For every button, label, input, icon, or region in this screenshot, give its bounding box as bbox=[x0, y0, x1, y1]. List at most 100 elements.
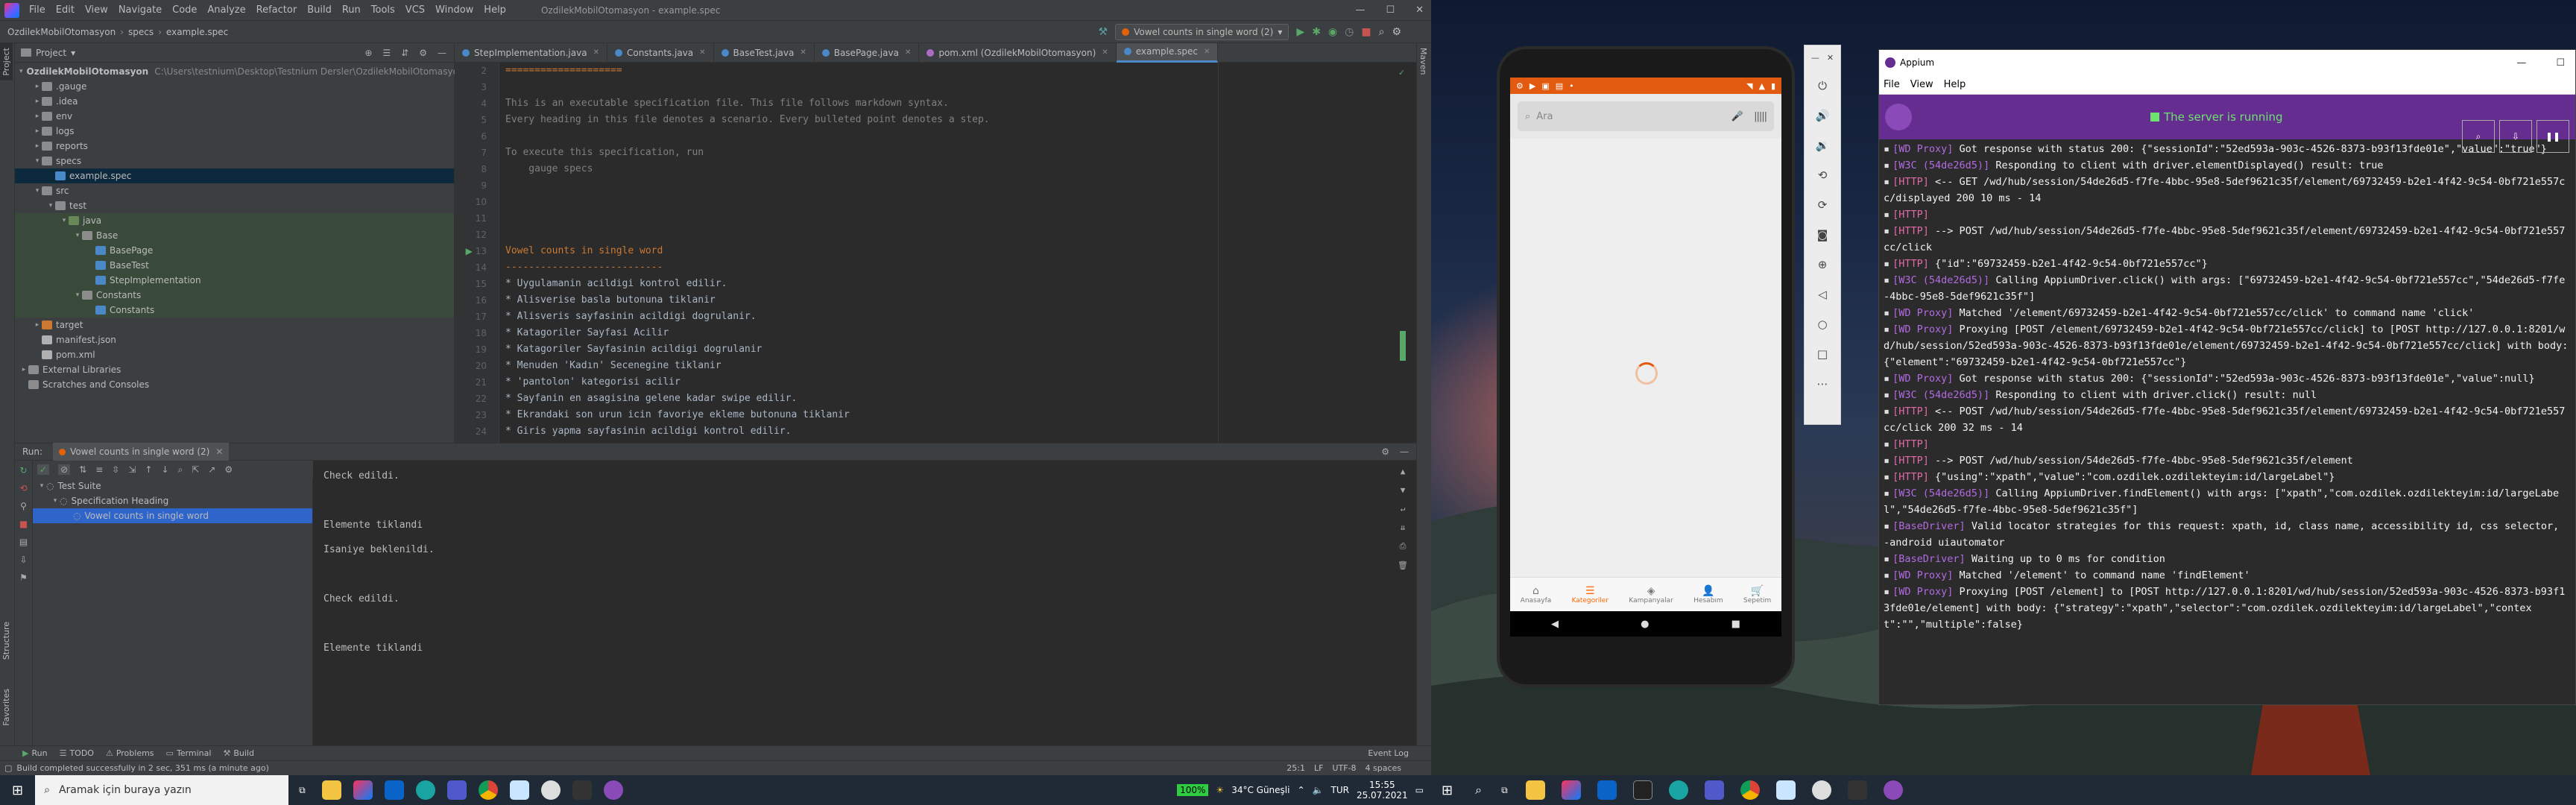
charts-icon[interactable] bbox=[572, 780, 592, 800]
editor-tab[interactable]: Constants.java ✕ bbox=[607, 42, 714, 63]
notes-icon[interactable] bbox=[1775, 780, 1796, 800]
mic-icon[interactable]: 🎤 bbox=[1731, 111, 1743, 122]
expand-icon[interactable]: ⇳ bbox=[112, 464, 119, 475]
tree-item[interactable]: pom.xml bbox=[15, 347, 454, 362]
server-log[interactable]: ▪ [WD Proxy] Got response with status 200… bbox=[1879, 139, 2575, 706]
home-icon[interactable]: ○ bbox=[1817, 318, 1827, 331]
expand-arrow-icon[interactable]: ▾ bbox=[33, 157, 42, 165]
pause-icon[interactable]: ❚❚ bbox=[2536, 120, 2569, 153]
tree-item[interactable]: ▾ specs bbox=[15, 154, 454, 168]
tree-item[interactable]: ▸ env bbox=[15, 109, 454, 124]
test-node[interactable]: ▾ ◌ Test Suite bbox=[33, 479, 312, 493]
github-icon[interactable] bbox=[540, 780, 561, 800]
show-ignored-icon[interactable]: ⊘ bbox=[58, 464, 71, 475]
appium-taskbar-icon[interactable] bbox=[1883, 780, 1903, 800]
console-output[interactable]: Check edildi. Elemente tiklandi Isaniye be… bbox=[313, 461, 1408, 745]
nav-item-hesabım[interactable]: 👤 Hesabım bbox=[1693, 585, 1723, 604]
event-log-tab[interactable]: Event Log bbox=[1368, 748, 1409, 758]
debug-icon[interactable]: ✱ bbox=[1312, 26, 1321, 38]
menu-tools[interactable]: Tools bbox=[366, 4, 400, 16]
history-icon[interactable]: ↗ bbox=[208, 464, 215, 475]
expand-arrow-icon[interactable]: ▸ bbox=[19, 366, 28, 373]
sort-alpha-icon[interactable]: ⇅ bbox=[79, 464, 86, 475]
menu-code[interactable]: Code bbox=[167, 4, 202, 16]
tree-item[interactable]: ▾ test bbox=[15, 198, 454, 213]
nav-item-sepetim[interactable]: 🛒 Sepetim bbox=[1743, 585, 1771, 604]
appium-menu-view[interactable]: View bbox=[1910, 79, 1933, 90]
menu-refactor[interactable]: Refactor bbox=[251, 4, 303, 16]
profile-icon[interactable]: ◷ bbox=[1345, 26, 1354, 38]
hide-icon[interactable]: — bbox=[1400, 446, 1409, 457]
tree-item[interactable]: manifest.json bbox=[15, 332, 454, 347]
ide-logo[interactable] bbox=[4, 2, 19, 18]
recents-icon[interactable]: ■ bbox=[1731, 619, 1740, 630]
menu-edit[interactable]: Edit bbox=[51, 4, 80, 16]
back-icon[interactable]: ◁ bbox=[1818, 288, 1827, 301]
terminal-icon[interactable] bbox=[1632, 780, 1652, 800]
appium-menu-help[interactable]: Help bbox=[1944, 79, 1966, 90]
show-passed-icon[interactable]: ✓ bbox=[37, 464, 50, 475]
next-test-icon[interactable]: ↓ bbox=[161, 464, 168, 475]
edge-icon[interactable] bbox=[1668, 780, 1688, 800]
editor-tab[interactable]: pom.xml (OzdilekMobilOtomasyon) ✕ bbox=[919, 42, 1117, 63]
tree-item[interactable]: StepImplementation bbox=[15, 273, 454, 288]
close-icon[interactable]: ✕ bbox=[1415, 4, 1424, 16]
breadcrumb-item[interactable]: OzdilekMobilOtomasyon bbox=[7, 27, 116, 37]
gear-icon[interactable]: ⚙ bbox=[1381, 446, 1389, 457]
expand-arrow-icon[interactable]: ▾ bbox=[73, 232, 82, 239]
maximize-icon[interactable]: ☐ bbox=[2556, 57, 2565, 69]
search-icon[interactable]: ⌕ bbox=[2462, 120, 2495, 153]
stop-icon[interactable]: ■ bbox=[19, 519, 28, 529]
tree-item[interactable]: Scratches and Consoles bbox=[15, 377, 454, 392]
breadcrumb-item[interactable]: specs bbox=[128, 27, 154, 37]
gear-icon[interactable]: ⚙ bbox=[419, 48, 427, 58]
appium-menu-file[interactable]: File bbox=[1884, 79, 1900, 90]
bottom-tab-build[interactable]: ⚒ Build bbox=[223, 748, 254, 758]
tree-item[interactable]: ▾ src bbox=[15, 183, 454, 198]
menu-help[interactable]: Help bbox=[479, 4, 511, 16]
minimize-icon[interactable]: — bbox=[1355, 4, 1365, 16]
test-node[interactable]: ▾ ◌ Specification Heading bbox=[33, 493, 312, 508]
menu-vcs[interactable]: VCS bbox=[400, 4, 430, 16]
editor-scrollbar[interactable] bbox=[1400, 331, 1406, 361]
chrome-icon[interactable] bbox=[478, 780, 498, 800]
bottom-tab-todo[interactable]: ☰ TODO bbox=[60, 748, 94, 758]
nav-item-anasayfa[interactable]: ⌂ Anasayfa bbox=[1521, 585, 1552, 604]
run-tab[interactable]: Vowel counts in single word (2) ✕ bbox=[53, 443, 230, 461]
editor-tab[interactable]: BasePage.java ✕ bbox=[815, 42, 920, 63]
expand-arrow-icon[interactable]: ▾ bbox=[60, 217, 69, 224]
close-icon[interactable]: ✕ bbox=[699, 48, 705, 57]
tree-item[interactable]: ▸ reports bbox=[15, 139, 454, 154]
breadcrumb-item[interactable]: example.spec bbox=[166, 27, 228, 37]
status-indicator[interactable]: UTF-8 bbox=[1332, 763, 1356, 773]
power-icon[interactable]: ⏻ bbox=[1818, 79, 1827, 92]
edge-icon[interactable] bbox=[415, 780, 435, 800]
start-icon[interactable]: ⊞ bbox=[0, 783, 35, 798]
teams-icon[interactable] bbox=[1704, 780, 1724, 800]
editor-tab[interactable]: example.spec ✕ bbox=[1116, 42, 1219, 63]
tree-item[interactable]: Constants bbox=[15, 303, 454, 318]
expand-arrow-icon[interactable]: ▾ bbox=[46, 202, 55, 209]
clock-date[interactable]: 25.07.2021 bbox=[1357, 790, 1408, 801]
close-icon[interactable]: ✕ bbox=[905, 48, 911, 57]
run-icon[interactable]: ▶ bbox=[1296, 26, 1304, 38]
close-icon[interactable]: ✕ bbox=[1102, 48, 1108, 57]
speaker-icon[interactable]: 🔈 bbox=[1313, 785, 1324, 795]
tree-item[interactable]: ▸ External Libraries bbox=[15, 362, 454, 377]
menu-window[interactable]: Window bbox=[430, 4, 479, 16]
barcode-icon[interactable]: ||||| bbox=[1754, 111, 1767, 122]
toggle-icon[interactable]: ⚲ bbox=[20, 501, 27, 511]
tray-up-icon[interactable]: ⌃ bbox=[1297, 785, 1304, 795]
intellij-icon[interactable] bbox=[1561, 780, 1581, 800]
rotate-right-icon[interactable]: ⟳ bbox=[1818, 198, 1828, 212]
editor-tab[interactable]: StepImplementation.java ✕ bbox=[455, 42, 607, 63]
tree-item[interactable]: BaseTest bbox=[15, 258, 454, 273]
mail-icon[interactable] bbox=[384, 780, 404, 800]
notification-icon[interactable]: ▭ bbox=[1415, 785, 1424, 795]
notes-icon[interactable] bbox=[509, 780, 529, 800]
tree-item[interactable]: ▾ Constants bbox=[15, 288, 454, 303]
camera-icon[interactable]: ◙ bbox=[1817, 228, 1828, 242]
task-view-icon[interactable]: ⧉ bbox=[1494, 785, 1515, 796]
collapse-all-icon[interactable]: ⇵ bbox=[401, 48, 408, 58]
import-icon[interactable]: ⇱ bbox=[192, 464, 199, 475]
